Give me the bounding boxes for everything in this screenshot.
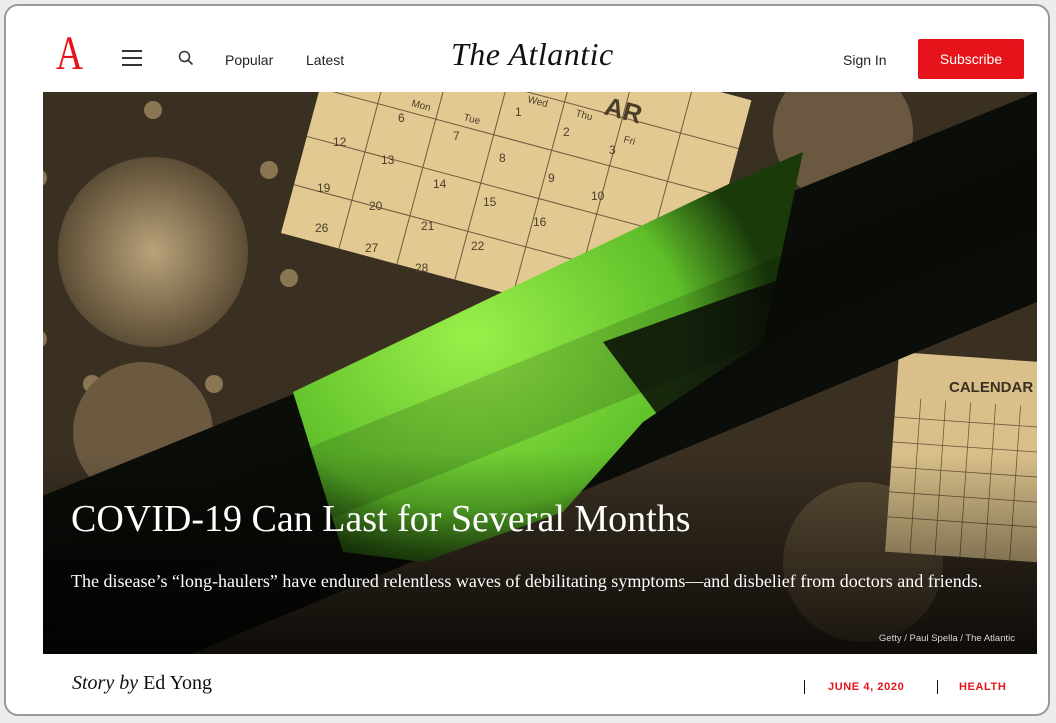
calendar-word: CALENDAR	[949, 379, 1033, 396]
subscribe-button[interactable]: Subscribe	[918, 39, 1024, 79]
menu-icon[interactable]	[122, 50, 142, 66]
search-icon[interactable]	[178, 50, 194, 66]
dek: The disease’s “long-haulers” have endure…	[71, 571, 983, 591]
calendar-number: 27	[365, 241, 379, 255]
calendar-number: 10	[591, 189, 605, 203]
calendar-number: 7	[453, 129, 460, 143]
brand-wordmark[interactable]: The Atlantic	[451, 36, 614, 73]
calendar-number: 26	[315, 221, 329, 235]
calendar-number: 28	[415, 261, 429, 275]
nav-popular[interactable]: Popular	[225, 52, 273, 68]
calendar-number: 15	[483, 195, 497, 209]
author-link[interactable]: Ed Yong	[143, 672, 212, 694]
sign-in-link[interactable]: Sign In	[843, 52, 887, 68]
divider	[804, 680, 805, 694]
nav-latest[interactable]: Latest	[306, 52, 344, 68]
byline: Story by Ed Yong	[72, 672, 212, 695]
calendar-number: 14	[433, 177, 447, 191]
calendar-number: 8	[499, 151, 506, 165]
image-credit: Getty / Paul Spella / The Atlantic	[878, 633, 1015, 644]
section-link[interactable]: HEALTH	[959, 681, 1006, 693]
calendar-number: 20	[369, 199, 383, 213]
calendar-number: 2	[563, 125, 570, 139]
browser-frame: A Popular Latest The Atlantic Sign In Su…	[4, 4, 1050, 716]
atlantic-logo[interactable]: A	[56, 30, 83, 78]
divider	[937, 680, 938, 694]
headline[interactable]: COVID-19 Can Last for Several Months	[71, 497, 691, 541]
byline-prefix: Story by	[72, 672, 139, 694]
calendar-number: 21	[421, 219, 435, 233]
publish-date: JUNE 4, 2020	[828, 681, 905, 693]
calendar-number: 16	[533, 215, 547, 229]
hero-image[interactable]: AR Mon Tue Wed Thu Fri 6 7 8 9 10 12 13 …	[43, 92, 1037, 654]
calendar-number: 9	[548, 171, 555, 185]
calendar-number: 1	[515, 105, 522, 119]
site-header: A Popular Latest The Atlantic Sign In Su…	[6, 6, 1048, 92]
calendar-number: 3	[609, 143, 616, 157]
calendar-number: 19	[317, 181, 331, 195]
calendar-number: 13	[381, 153, 395, 167]
calendar-number: 6	[398, 111, 405, 125]
calendar-number: 12	[333, 135, 347, 149]
calendar-number: 22	[471, 239, 485, 253]
